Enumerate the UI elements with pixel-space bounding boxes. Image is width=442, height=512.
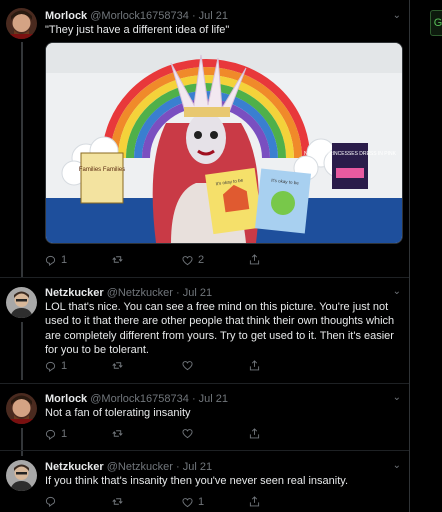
share-icon bbox=[249, 360, 260, 371]
book-right-title: NOT ALL PRINCESSES DRESS IN PINK bbox=[304, 151, 397, 157]
tweet-header: Morlock @Morlock16758734 · Jul 21 bbox=[45, 392, 228, 406]
tweet-header: Morlock @Morlock16758734 · Jul 21 bbox=[45, 9, 228, 23]
tweet-text: "They just have a different idea of life… bbox=[45, 24, 230, 36]
timestamp[interactable]: Jul 21 bbox=[183, 287, 212, 299]
share-icon bbox=[249, 254, 260, 265]
like-button[interactable]: 1 bbox=[182, 496, 204, 508]
tweet-media-image[interactable]: Families Families NOT ALL PRINCESSES DRE… bbox=[45, 42, 403, 244]
timestamp[interactable]: Jul 21 bbox=[199, 393, 228, 405]
reply-button[interactable] bbox=[45, 496, 61, 507]
retweet-icon bbox=[112, 362, 123, 369]
display-name[interactable]: Netzkucker bbox=[45, 461, 104, 473]
display-name[interactable]: Morlock bbox=[45, 393, 87, 405]
like-count: 2 bbox=[198, 254, 205, 266]
avatar[interactable] bbox=[6, 393, 37, 424]
retweet-button[interactable] bbox=[112, 360, 128, 371]
share-button[interactable] bbox=[249, 496, 260, 507]
book-left-title: Families Families bbox=[79, 167, 125, 173]
tweet[interactable]: Netzkucker @Netzkucker · Jul 21 ⌄ If you… bbox=[0, 451, 409, 512]
separator-dot: · bbox=[191, 393, 196, 405]
share-button[interactable] bbox=[249, 254, 260, 265]
tweet[interactable]: Morlock @Morlock16758734 · Jul 21 ⌄ Not … bbox=[0, 384, 409, 456]
display-name[interactable]: Morlock bbox=[45, 10, 87, 22]
tweet-actions: 1 bbox=[45, 428, 275, 442]
extension-badge-label: G bbox=[433, 17, 442, 29]
chevron-down-icon[interactable]: ⌄ bbox=[393, 286, 401, 297]
like-button[interactable] bbox=[182, 360, 198, 371]
tweet-text: If you think that's insanity then you've… bbox=[45, 475, 348, 487]
thread-connector bbox=[21, 322, 23, 380]
extension-badge[interactable]: G bbox=[430, 10, 442, 36]
thread-connector bbox=[21, 42, 23, 277]
tweet-actions: 1 bbox=[45, 496, 275, 510]
separator-dot: · bbox=[176, 287, 180, 299]
avatar[interactable] bbox=[6, 460, 37, 491]
tweet-actions: 1 bbox=[45, 360, 275, 374]
share-icon bbox=[249, 496, 260, 507]
tweet-actions: 1 2 bbox=[45, 254, 275, 268]
handle[interactable]: @Netzkucker bbox=[107, 287, 173, 299]
reply-icon bbox=[45, 496, 56, 507]
reply-icon bbox=[45, 255, 56, 266]
retweet-button[interactable] bbox=[112, 496, 128, 507]
tweet-text: Not a fan of tolerating insanity bbox=[45, 407, 191, 419]
tweet-header: Netzkucker @Netzkucker · Jul 21 bbox=[45, 286, 212, 300]
share-icon bbox=[249, 428, 260, 439]
tweet-text: LOL that's nice. You can see a free mind… bbox=[45, 301, 395, 357]
column-divider bbox=[409, 0, 410, 512]
tweet[interactable]: Netzkucker @Netzkucker · Jul 21 ⌄ LOL th… bbox=[0, 278, 409, 380]
chevron-down-icon[interactable]: ⌄ bbox=[393, 460, 401, 471]
reply-icon bbox=[45, 361, 56, 372]
handle[interactable]: @Netzkucker bbox=[107, 461, 173, 473]
reply-count: 1 bbox=[61, 428, 68, 440]
share-button[interactable] bbox=[249, 428, 260, 439]
reply-button[interactable]: 1 bbox=[45, 360, 67, 372]
chevron-down-icon[interactable]: ⌄ bbox=[393, 10, 401, 21]
chevron-down-icon[interactable]: ⌄ bbox=[393, 392, 401, 403]
display-name[interactable]: Netzkucker bbox=[45, 287, 104, 299]
tweet[interactable]: Morlock @Morlock16758734 · Jul 21 ⌄ "The… bbox=[0, 0, 409, 277]
retweet-icon bbox=[112, 430, 123, 437]
tweet-header: Netzkucker @Netzkucker · Jul 21 bbox=[45, 460, 212, 474]
separator-dot: · bbox=[176, 461, 180, 473]
handle[interactable]: @Morlock16758734 bbox=[90, 10, 189, 22]
heart-icon bbox=[182, 361, 193, 371]
avatar[interactable] bbox=[6, 287, 37, 318]
retweet-icon bbox=[112, 498, 123, 505]
media-photo: Families Families NOT ALL PRINCESSES DRE… bbox=[46, 43, 402, 243]
retweet-icon bbox=[112, 256, 123, 263]
reply-button[interactable]: 1 bbox=[45, 254, 67, 266]
heart-icon bbox=[182, 497, 193, 507]
reply-button[interactable]: 1 bbox=[45, 428, 67, 440]
retweet-button[interactable] bbox=[112, 254, 128, 265]
timestamp[interactable]: Jul 21 bbox=[199, 10, 228, 22]
heart-icon bbox=[182, 255, 193, 265]
handle[interactable]: @Morlock16758734 bbox=[90, 393, 189, 405]
like-button[interactable]: 2 bbox=[182, 254, 204, 266]
reply-count: 1 bbox=[61, 254, 68, 266]
like-count: 1 bbox=[198, 496, 205, 508]
like-button[interactable] bbox=[182, 428, 198, 439]
heart-icon bbox=[182, 429, 193, 439]
avatar[interactable] bbox=[6, 8, 37, 39]
retweet-button[interactable] bbox=[112, 428, 128, 439]
reply-count: 1 bbox=[61, 360, 68, 372]
separator-dot: · bbox=[191, 10, 196, 22]
timestamp[interactable]: Jul 21 bbox=[183, 461, 212, 473]
share-button[interactable] bbox=[249, 360, 260, 371]
book-families: Families Families bbox=[79, 152, 125, 204]
reply-icon bbox=[45, 429, 56, 440]
